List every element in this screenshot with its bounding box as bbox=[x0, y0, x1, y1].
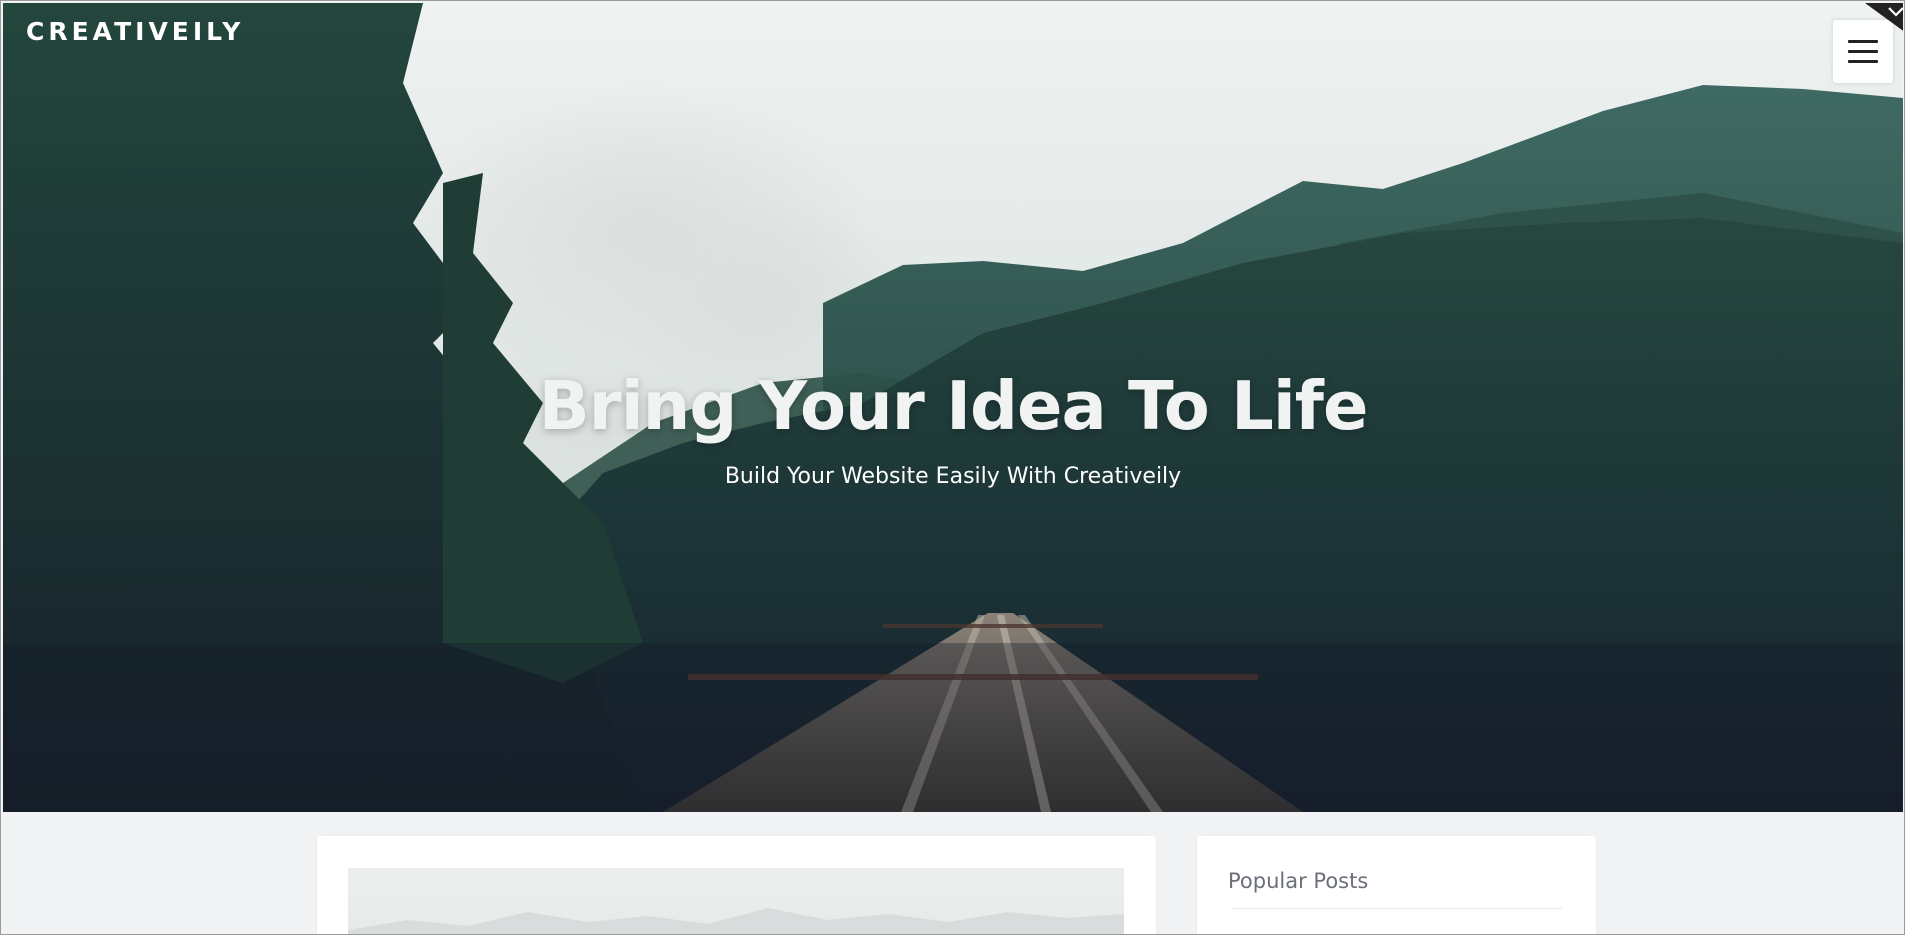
post-thumbnail-mountains bbox=[348, 908, 1124, 934]
hero-subtitle: Build Your Website Easily With Creativei… bbox=[724, 464, 1182, 489]
widget-divider bbox=[1232, 908, 1562, 909]
post-thumbnail-image[interactable] bbox=[348, 868, 1124, 934]
popular-posts-widget: Popular Posts bbox=[1197, 836, 1596, 934]
hamburger-icon-bar bbox=[1848, 40, 1878, 43]
hero-title: Bring Your Idea To Life bbox=[538, 367, 1369, 445]
hamburger-icon-bar bbox=[1848, 60, 1878, 63]
featured-post-card[interactable] bbox=[317, 836, 1156, 934]
chevron-down-icon[interactable] bbox=[1865, 3, 1903, 33]
hero-section: CREATIVEILY Bring Your Idea To Life Buil… bbox=[3, 3, 1903, 812]
hamburger-icon-bar bbox=[1848, 50, 1878, 53]
browser-viewport: CREATIVEILY Bring Your Idea To Life Buil… bbox=[0, 0, 1905, 935]
widget-title: Popular Posts bbox=[1228, 869, 1369, 893]
site-logo[interactable]: CREATIVEILY bbox=[26, 17, 244, 46]
